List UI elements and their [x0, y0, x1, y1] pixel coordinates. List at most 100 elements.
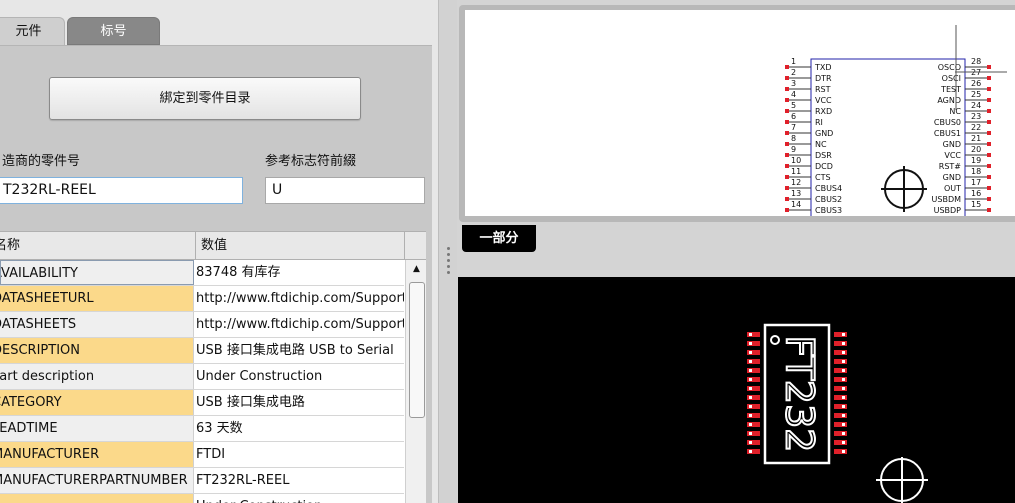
scroll-up-arrow-icon[interactable]: ▲ — [406, 260, 426, 278]
pin-marker — [785, 131, 789, 135]
column-header-name[interactable]: 名称 — [0, 232, 194, 259]
pin-name: CBUS3 — [815, 206, 842, 215]
panel-splitter[interactable] — [438, 0, 458, 503]
row-value-cell[interactable]: USB 接口集成电路 USB to Serial — [196, 338, 404, 363]
mfr-part-label: 造商的零件号 — [2, 154, 81, 169]
pin-marker — [987, 98, 991, 102]
table-row[interactable]: Under Construction — [0, 494, 404, 503]
row-name-cell[interactable]: CATEGORY — [0, 390, 194, 415]
smd-pad — [834, 440, 847, 445]
pin-marker — [785, 109, 789, 113]
pin-marker — [987, 142, 991, 146]
pin-marker — [987, 120, 991, 124]
pin-name: CBUS4 — [815, 184, 842, 193]
tab-annotations[interactable]: 标号 — [67, 17, 160, 45]
pin-name: RST — [815, 85, 831, 94]
pin-marker — [987, 186, 991, 190]
schematic-preview-frame: 1 TXD 2 DTR 3 RST 4 VCC 5 RXD 6 RI 7 GND 8 NC 9 DSR 10 DCD 1… — [459, 5, 1015, 222]
pin-name: USBDP — [934, 206, 962, 215]
pin-marker — [785, 87, 789, 91]
smd-pad — [747, 431, 760, 436]
smd-pad — [747, 368, 760, 373]
pin-name: GND — [815, 129, 833, 138]
pin-name: VCC — [815, 96, 832, 105]
row-name-cell[interactable]: DATASHEETS — [0, 312, 194, 337]
pin-number: 19 — [971, 156, 981, 165]
pin-number: 22 — [971, 123, 981, 132]
row-value-cell[interactable]: Under Construction — [196, 364, 404, 389]
table-row[interactable]: CATEGORY USB 接口集成电路 — [0, 390, 404, 416]
smd-pad — [834, 332, 847, 337]
bind-to-catalog-button[interactable]: 綁定到零件目录 — [49, 77, 361, 120]
pin-number: 17 — [971, 178, 981, 187]
row-value-cell[interactable]: FT232RL-REEL — [196, 468, 404, 493]
pin-number: 9 — [791, 145, 796, 154]
pin-marker — [987, 175, 991, 179]
smd-pad — [747, 404, 760, 409]
pin-name: USBDM — [932, 195, 962, 204]
pin-number: 1 — [791, 57, 796, 66]
column-header-value[interactable]: 数值 — [201, 232, 227, 259]
pin-number: 5 — [791, 101, 796, 110]
table-header: 名称 数值 — [0, 232, 426, 260]
row-name-cell[interactable]: AVAILABILITY — [0, 260, 194, 285]
row-name-text: Part description — [0, 369, 95, 384]
pin-number: 18 — [971, 167, 981, 176]
scroll-thumb[interactable] — [409, 282, 425, 418]
pin-name: OSCO — [938, 63, 961, 72]
schematic-symbol: 1 TXD 2 DTR 3 RST 4 VCC 5 RXD 6 RI 7 GND 8 NC 9 DSR 10 DCD 1… — [785, 25, 1007, 216]
table-row[interactable]: DESCRIPTION USB 接口集成电路 USB to Serial — [0, 338, 404, 364]
table-row[interactable]: MANUFACTURERPARTNUMBER FT232RL-REEL — [0, 468, 404, 494]
smd-pad — [747, 449, 760, 454]
row-value-cell[interactable]: http://www.ftdichip.com/Support — [196, 312, 404, 337]
row-value-cell[interactable]: Under Construction — [196, 494, 404, 503]
pin-name: AGND — [937, 96, 961, 105]
row-value-cell[interactable]: 83748 有库存 — [196, 260, 404, 285]
smd-pad — [834, 386, 847, 391]
part-section-label[interactable]: 一部分 — [462, 225, 536, 252]
smd-pad — [834, 395, 847, 400]
table-row[interactable]: DATASHEETS http://www.ftdichip.com/Suppor… — [0, 312, 404, 338]
mfr-part-field[interactable]: T232RL-REEL — [0, 177, 243, 204]
ref-prefix-field[interactable]: U — [265, 177, 425, 204]
table-row[interactable]: MANUFACTURER FTDI — [0, 442, 404, 468]
schematic-preview[interactable]: 1 TXD 2 DTR 3 RST 4 VCC 5 RXD 6 RI 7 GND 8 NC 9 DSR 10 DCD 1… — [465, 10, 1015, 216]
row-name-cell[interactable]: DESCRIPTION — [0, 338, 194, 363]
row-name-cell[interactable]: MANUFACTURER — [0, 442, 194, 467]
table-row[interactable]: LEADTIME 63 天数 — [0, 416, 404, 442]
pin-name: DTR — [815, 74, 832, 83]
row-name-cell[interactable]: Part description — [0, 364, 194, 389]
smd-pad — [834, 413, 847, 418]
row-name-cell[interactable]: LEADTIME — [0, 416, 194, 441]
pin-name: GND — [943, 140, 961, 149]
row-value-cell[interactable]: FTDI — [196, 442, 404, 467]
row-value-cell[interactable]: http://www.ftdichip.com/Support — [196, 286, 404, 311]
row-name-cell[interactable] — [0, 494, 194, 503]
pin-marker — [785, 197, 789, 201]
properties-table: 名称 数值 AVAILABILITY 83748 有库存 DATASHEETURL h… — [0, 231, 426, 503]
table-row[interactable]: AVAILABILITY 83748 有库存 — [0, 260, 404, 286]
pin-marker — [987, 153, 991, 157]
row-value-cell[interactable]: 63 天数 — [196, 416, 404, 441]
pin-marker — [987, 197, 991, 201]
pin-number: 13 — [791, 189, 801, 198]
pin-number: 20 — [971, 145, 981, 154]
pin-name: NC — [949, 107, 961, 116]
pin-name: CBUS1 — [934, 129, 961, 138]
pin-number: 16 — [971, 189, 981, 198]
pin-name: DCD — [815, 162, 833, 171]
pcb-footprint-preview[interactable]: FT232 — [458, 277, 1015, 503]
tab-components[interactable]: 元件 — [0, 17, 65, 45]
pin-name: CBUS2 — [815, 195, 842, 204]
table-row[interactable]: DATASHEETURL http://www.ftdichip.com/Supp… — [0, 286, 404, 312]
row-value-cell[interactable]: USB 接口集成电路 — [196, 390, 404, 415]
pin-number: 6 — [791, 112, 796, 121]
pin-number: 24 — [971, 101, 981, 110]
smd-pad — [834, 449, 847, 454]
pin-name: RI — [815, 118, 823, 127]
row-name-cell[interactable]: DATASHEETURL — [0, 286, 194, 311]
table-row[interactable]: Part description Under Construction — [0, 364, 404, 390]
smd-pad — [747, 422, 760, 427]
row-name-cell[interactable]: MANUFACTURERPARTNUMBER — [0, 468, 194, 493]
table-scrollbar[interactable]: ▲ — [405, 260, 426, 503]
